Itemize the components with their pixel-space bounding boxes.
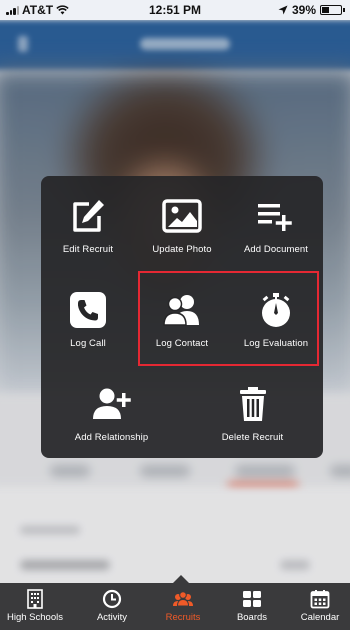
add-relationship-action[interactable]: Add Relationship bbox=[41, 364, 182, 458]
add-document-icon bbox=[254, 196, 298, 236]
log-evaluation-label: Log Evaluation bbox=[243, 338, 309, 349]
update-photo-action[interactable]: Update Photo bbox=[135, 176, 229, 270]
phone-icon bbox=[66, 290, 110, 330]
edit-recruit-label: Edit Recruit bbox=[62, 244, 114, 255]
add-document-label: Add Document bbox=[243, 244, 309, 255]
photo-icon bbox=[160, 196, 204, 236]
status-bar: AT&T 12:51 PM 39% bbox=[0, 0, 350, 20]
tab-recruits[interactable]: Recruits bbox=[148, 583, 218, 630]
calendar-icon bbox=[310, 589, 330, 609]
log-evaluation-action[interactable]: Log Evaluation bbox=[229, 270, 323, 364]
contacts-icon bbox=[160, 290, 204, 330]
log-contact-action[interactable]: Log Contact bbox=[135, 270, 229, 364]
recruits-icon bbox=[172, 589, 194, 609]
tab-activity[interactable]: Activity bbox=[77, 583, 147, 630]
boards-icon bbox=[242, 589, 262, 609]
trash-icon bbox=[231, 384, 275, 424]
tab-high-schools-label: High Schools bbox=[7, 612, 63, 623]
building-icon bbox=[27, 589, 43, 609]
add-relationship-label: Add Relationship bbox=[74, 432, 149, 443]
clock-icon bbox=[102, 589, 122, 609]
edit-icon bbox=[66, 196, 110, 236]
tab-boards[interactable]: Boards bbox=[217, 583, 287, 630]
add-person-icon bbox=[90, 384, 134, 424]
add-document-action[interactable]: Add Document bbox=[229, 176, 323, 270]
update-photo-label: Update Photo bbox=[152, 244, 212, 255]
delete-recruit-action[interactable]: Delete Recruit bbox=[182, 364, 323, 458]
tab-activity-label: Activity bbox=[96, 612, 128, 623]
tab-bar: High Schools Activity Recruits Boards Ca… bbox=[0, 575, 350, 630]
tab-calendar-label: Calendar bbox=[300, 612, 340, 623]
log-contact-label: Log Contact bbox=[155, 338, 209, 349]
status-right: 39% bbox=[278, 3, 345, 17]
battery-percent: 39% bbox=[291, 3, 316, 17]
edit-recruit-action[interactable]: Edit Recruit bbox=[41, 176, 135, 270]
log-call-action[interactable]: Log Call bbox=[41, 270, 135, 364]
location-arrow-icon bbox=[278, 5, 288, 15]
action-menu: Edit Recruit Update Photo Add Document L… bbox=[41, 176, 323, 458]
tab-calendar[interactable]: Calendar bbox=[285, 583, 350, 630]
battery-icon bbox=[320, 5, 345, 15]
tab-high-schools[interactable]: High Schools bbox=[0, 583, 70, 630]
stopwatch-icon bbox=[254, 290, 298, 330]
tab-boards-label: Boards bbox=[236, 612, 268, 623]
tab-recruits-label: Recruits bbox=[165, 612, 201, 623]
delete-recruit-label: Delete Recruit bbox=[221, 432, 284, 443]
log-call-label: Log Call bbox=[70, 338, 106, 349]
